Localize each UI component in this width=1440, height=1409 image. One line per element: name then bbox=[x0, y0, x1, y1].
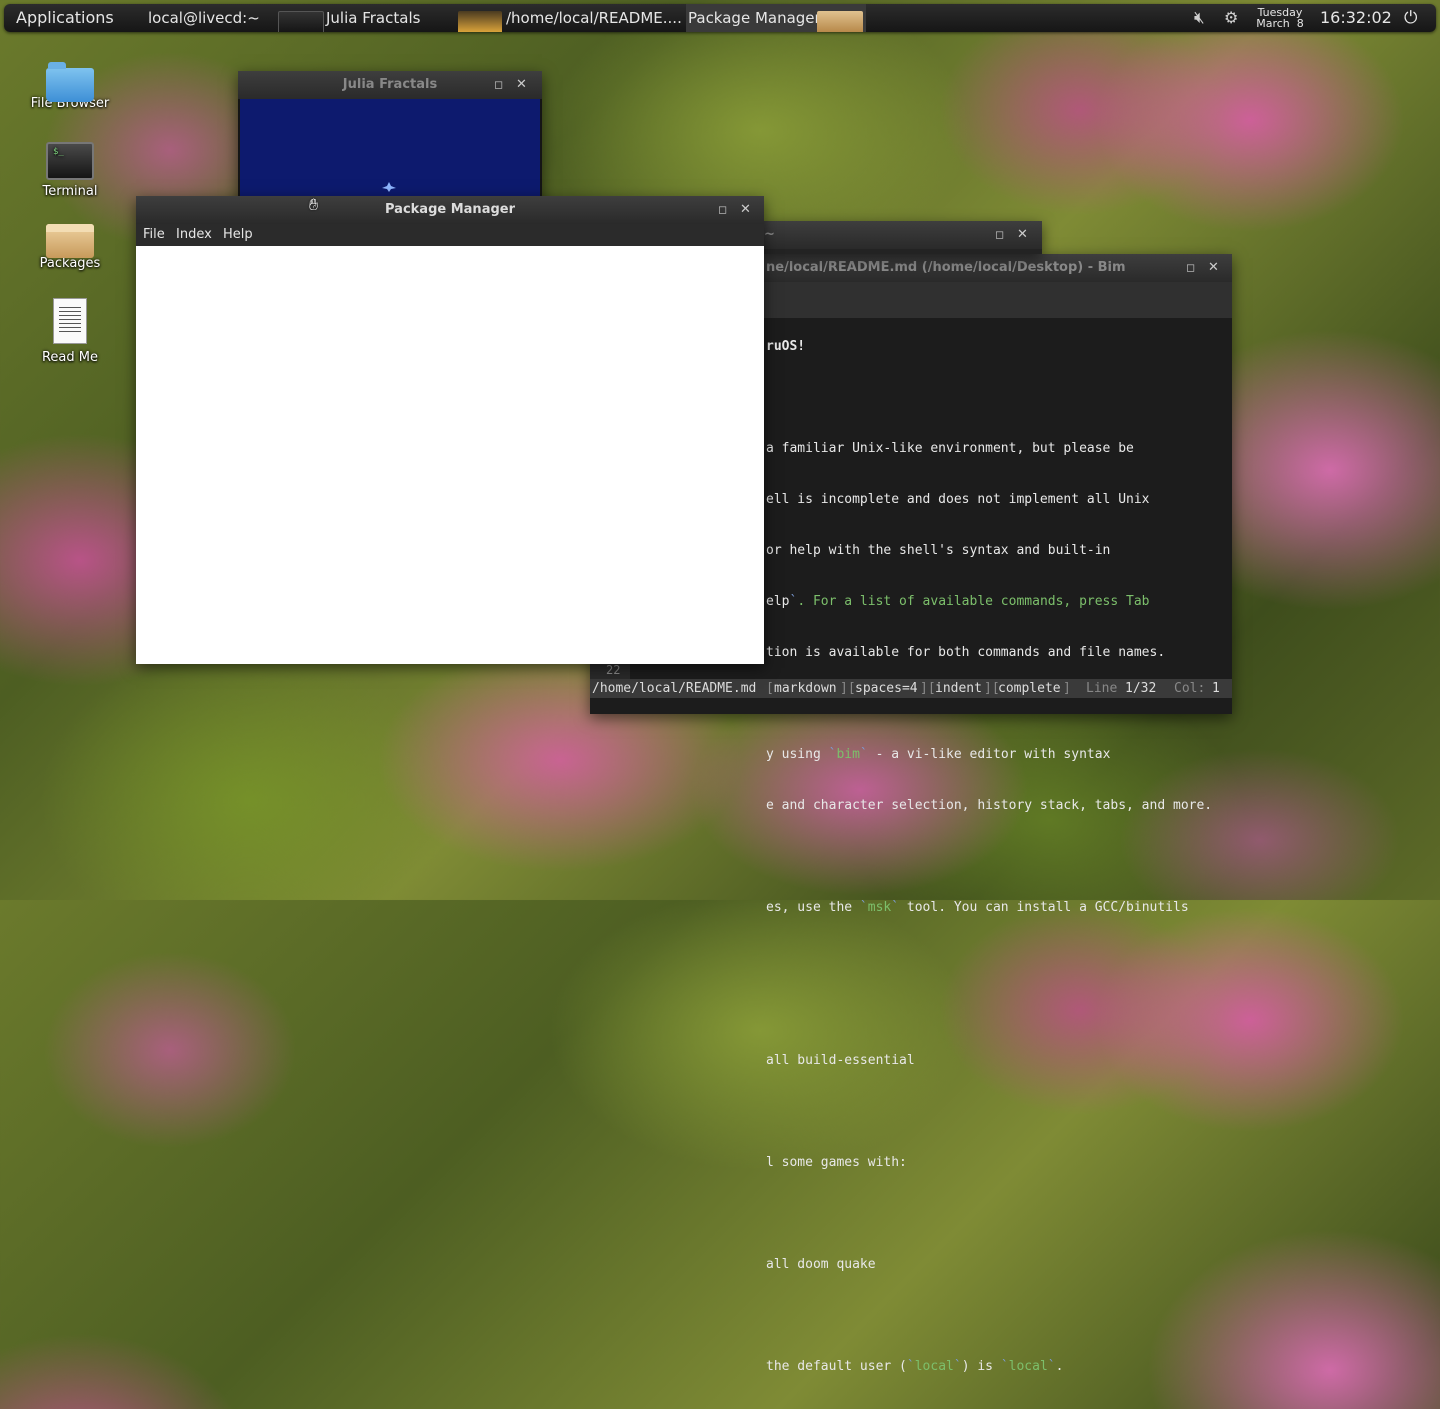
top-panel: Applications local@livecd:~ Julia Fracta… bbox=[4, 4, 1436, 32]
fractal-shape bbox=[382, 182, 396, 192]
clock-date[interactable]: Tuesday March 8 bbox=[1254, 7, 1306, 29]
code-line: or help with the shell's syntax and buil… bbox=[766, 543, 1111, 558]
code-line: all doom quake bbox=[766, 1257, 876, 1272]
package-icon bbox=[46, 224, 94, 258]
code-line: ell is incomplete and does not implement… bbox=[766, 492, 1150, 507]
desktop-icon-terminal[interactable]: $_ Terminal bbox=[20, 140, 120, 199]
panel-user-label[interactable]: local@livecd:~ bbox=[148, 4, 260, 32]
window-titlebar[interactable]: ~ ◻ ✕ bbox=[760, 221, 1042, 249]
clock-date-text: March 8 bbox=[1256, 17, 1304, 30]
status-line-label: Line bbox=[1086, 681, 1118, 696]
desktop-icon-label: Read Me bbox=[41, 350, 98, 365]
status-col-value: 1 bbox=[1212, 681, 1220, 696]
code-line: a familiar Unix-like environment, but pl… bbox=[766, 441, 1134, 456]
package-thumbnail-icon bbox=[817, 11, 863, 32]
line-number: 22 bbox=[606, 663, 621, 677]
task-label: Julia Fractals bbox=[326, 9, 421, 27]
package-manager-window[interactable]: Package Manager ◻ ✕ File Index Help bbox=[136, 196, 764, 664]
editor-text-area[interactable]: ruOS! a familiar Unix-like environment, … bbox=[766, 304, 1212, 1409]
window-title: Julia Fractals bbox=[342, 77, 438, 92]
hand-cursor-icon: ✋︎ bbox=[309, 195, 319, 214]
volume-muted-icon[interactable]: 🔇︎ bbox=[1194, 4, 1205, 32]
close-icon[interactable]: ✕ bbox=[516, 71, 527, 99]
maximize-icon[interactable]: ◻ bbox=[1186, 254, 1195, 282]
window-title: ~ bbox=[764, 227, 775, 242]
window-titlebar[interactable]: Julia Fractals ◻ ✕ bbox=[238, 71, 542, 99]
code-line: y using `bim` - a vi-like editor with sy… bbox=[766, 747, 1111, 762]
menu-index[interactable]: Index bbox=[176, 224, 212, 246]
code-line: e and character selection, history stack… bbox=[766, 798, 1213, 813]
status-col-label: Col: bbox=[1174, 681, 1206, 696]
desktop-icon-label: Terminal bbox=[42, 184, 98, 199]
menu-help[interactable]: Help bbox=[223, 224, 253, 246]
window-titlebar[interactable]: Package Manager ◻ ✕ bbox=[136, 196, 764, 224]
window-title: Package Manager bbox=[385, 202, 515, 217]
status-file-path: /home/local/README.md bbox=[592, 681, 757, 696]
line-number-gutter: 22 bbox=[590, 662, 630, 679]
desktop-icon-label: Packages bbox=[39, 256, 101, 271]
maximize-icon[interactable]: ◻ bbox=[718, 196, 727, 224]
terminal-icon: $_ bbox=[46, 142, 94, 180]
taskbar-readme[interactable]: /home/local/README.... bbox=[456, 4, 686, 32]
window-title: ne/local/README.md (/home/local/Desktop)… bbox=[766, 260, 1126, 275]
close-icon[interactable]: ✕ bbox=[1017, 221, 1028, 249]
desktop-icon-read-me[interactable]: Read Me bbox=[20, 298, 120, 365]
package-list-area[interactable] bbox=[136, 246, 764, 664]
applications-menu-button[interactable]: Applications bbox=[16, 4, 114, 32]
terminal-thumbnail-icon bbox=[278, 11, 324, 32]
code-line: the default user (`local`) is `local`. bbox=[766, 1359, 1064, 1374]
maximize-icon[interactable]: ◻ bbox=[995, 221, 1004, 249]
code-line: l some games with: bbox=[766, 1155, 907, 1170]
status-tag: complete bbox=[998, 681, 1061, 696]
taskbar-julia-fractals[interactable]: Julia Fractals bbox=[276, 4, 454, 32]
code-line: elp`. For a list of available commands, … bbox=[766, 594, 1150, 609]
task-label: /home/local/README.... bbox=[506, 9, 682, 27]
close-icon[interactable]: ✕ bbox=[1208, 254, 1219, 282]
desktop-icon-file-browser[interactable]: File Browser bbox=[20, 56, 120, 111]
power-icon[interactable]: ⏻ bbox=[1404, 4, 1417, 32]
status-tag: markdown bbox=[774, 681, 837, 696]
maximize-icon[interactable]: ◻ bbox=[494, 71, 503, 99]
status-tag: indent bbox=[935, 681, 982, 696]
code-line: all build-essential bbox=[766, 1053, 915, 1068]
editor-status-bar: /home/local/README.md [ markdown ][ spac… bbox=[590, 679, 1232, 698]
menu-bar: File Index Help bbox=[136, 224, 764, 246]
task-label: Package Manager bbox=[688, 9, 821, 27]
code-line: ruOS! bbox=[766, 339, 806, 354]
close-icon[interactable]: ✕ bbox=[740, 196, 751, 224]
status-line-value: 1/32 bbox=[1125, 681, 1157, 696]
readme-thumbnail-icon bbox=[458, 11, 502, 32]
desktop-icon-packages[interactable]: Packages bbox=[20, 216, 120, 271]
network-icon[interactable]: ⚙︎ bbox=[1224, 4, 1238, 32]
menu-file[interactable]: File bbox=[143, 224, 165, 246]
document-icon bbox=[53, 298, 87, 344]
folder-icon bbox=[46, 62, 94, 102]
taskbar-package-manager[interactable]: Package Manager bbox=[686, 4, 866, 32]
terminal-window[interactable]: ~ ◻ ✕ bbox=[760, 221, 1042, 254]
code-line: tion is available for both commands and … bbox=[766, 645, 1166, 660]
clock-time[interactable]: 16:32:02 bbox=[1320, 4, 1392, 32]
status-tag: spaces=4 bbox=[855, 681, 918, 696]
code-line: es, use the `msk` tool. You can install … bbox=[766, 900, 1189, 915]
